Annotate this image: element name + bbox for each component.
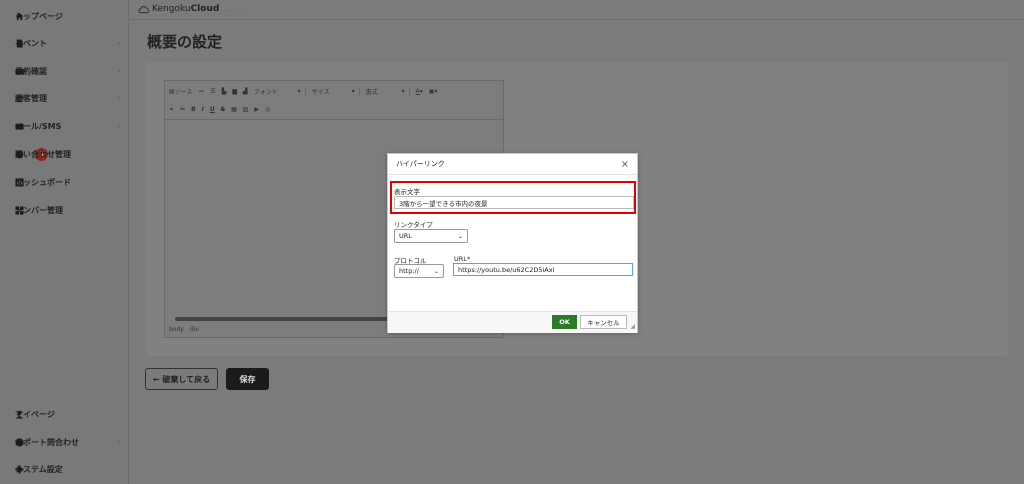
sidebar-item-label: 予約確認	[15, 66, 47, 76]
resize-handle-icon[interactable]: ◢	[630, 323, 635, 330]
editor-toolbar-row-1: ▤ ソース ≔ ☰ ▙ ▆ ▟ フォント ▾ サイズ ▾ 書式 ▾ A ▾ ▣▾	[169, 84, 437, 98]
link-type-label: リンクタイプ	[394, 221, 433, 229]
sidebar-item-label: ダッシュボード	[15, 177, 71, 187]
table-icon[interactable]: ▦	[231, 106, 237, 113]
size-label: サイズ	[311, 88, 330, 96]
sidebar-item-dashboard[interactable]: ダッシュボード	[15, 175, 120, 189]
url-label: URL*	[454, 255, 471, 263]
globe-icon[interactable]: ◎	[265, 106, 270, 113]
sidebar-item-mail[interactable]: メール/SMS ›	[15, 119, 120, 133]
unlink-icon[interactable]: ⚮	[180, 106, 185, 113]
page-title: 概要の設定	[147, 33, 223, 51]
protocol-select[interactable]: http:// ⌄	[394, 264, 444, 278]
sidebar-item-top[interactable]: トップページ	[15, 9, 120, 23]
strikethrough-icon[interactable]: S	[221, 106, 225, 113]
editor-status-path: body div	[169, 326, 199, 333]
link-type-select[interactable]: URL ⌄	[394, 229, 468, 243]
logo-text-b: Cloud	[190, 4, 220, 14]
dialog-header: ハイパーリンク ×	[388, 154, 637, 175]
sidebar-item-inquiries[interactable]: 問い合わせ管理 3 ›	[15, 147, 120, 161]
chevron-down-icon: ⌄	[457, 232, 463, 240]
path-body[interactable]: body	[169, 326, 184, 333]
text-color-icon[interactable]: A ▾	[416, 88, 423, 95]
hyperlink-dialog: ハイパーリンク × 表示文字 3階から一望できる市内の夜景 リンクタイプ URL…	[387, 153, 638, 333]
app-logo[interactable]: Kengoku Cloud ........	[138, 4, 250, 14]
sidebar: トップページ イベント › 予約確認 › 顧客管理 › メール/SMS › 問い…	[0, 0, 129, 484]
protocol-value: http://	[399, 267, 419, 275]
chevron-right-icon: ›	[117, 122, 120, 130]
sidebar-item-label: 顧客管理	[15, 93, 47, 103]
sidebar-item-support[interactable]: サポート問合わせ ›	[15, 435, 120, 449]
sidebar-item-label: メンバー管理	[15, 205, 63, 215]
chevron-right-icon: ›	[117, 39, 120, 47]
sidebar-item-label: メール/SMS	[15, 121, 62, 131]
logo-subtitle: ........	[224, 6, 251, 12]
sidebar-item-label: マイページ	[15, 409, 55, 419]
align-left-icon[interactable]: ▙	[222, 88, 227, 95]
italic-icon[interactable]: I	[202, 106, 204, 113]
sidebar-item-label: イベント	[15, 38, 47, 48]
discard-back-button[interactable]: ← 破棄して戻る	[145, 368, 218, 390]
align-right-icon[interactable]: ▟	[243, 88, 248, 95]
video-icon[interactable]: ▶	[254, 106, 259, 113]
align-center-icon[interactable]: ▆	[232, 88, 237, 95]
format-label: 書式	[365, 88, 378, 96]
ok-button[interactable]: OK	[552, 315, 577, 329]
sidebar-item-label: トップページ	[15, 11, 63, 21]
sidebar-item-label: 問い合わせ管理	[15, 149, 71, 159]
source-label: ソース	[174, 88, 193, 96]
display-text-label: 表示文字	[394, 188, 420, 196]
image-icon[interactable]: ▨	[243, 106, 249, 113]
chevron-right-icon: ›	[117, 438, 120, 446]
logo-text-a: Kengoku	[152, 4, 191, 14]
bold-icon[interactable]: B	[191, 106, 196, 113]
sidebar-item-settings[interactable]: システム設定	[15, 462, 120, 476]
numbered-list-icon[interactable]: ≔	[198, 88, 204, 95]
chevron-right-icon: ›	[117, 67, 120, 75]
close-icon[interactable]: ×	[621, 159, 629, 170]
link-icon[interactable]: ⚭	[169, 106, 174, 113]
horizontal-scrollbar[interactable]	[175, 317, 395, 321]
sidebar-item-reservations[interactable]: 予約確認 ›	[15, 64, 120, 78]
path-div[interactable]: div	[190, 326, 199, 333]
size-select[interactable]: サイズ ▾	[311, 86, 360, 96]
cancel-button[interactable]: キャンセル	[580, 315, 627, 329]
url-input[interactable]: https://youtu.be/u62C2D5iAxI	[453, 263, 633, 276]
chevron-down-icon: ⌄	[433, 267, 439, 275]
sidebar-item-mypage[interactable]: マイページ	[15, 407, 120, 421]
chevron-right-icon: ›	[117, 94, 120, 102]
font-label: フォント	[253, 88, 278, 96]
top-bar: Kengoku Cloud ........	[129, 0, 1024, 20]
save-button[interactable]: 保存	[226, 368, 269, 390]
sidebar-item-members[interactable]: メンバー管理	[15, 203, 120, 217]
editor-toolbar-row-2: ⚭ ⚮ B I U S ▦ ▨ ▶ ◎	[169, 102, 270, 116]
source-button[interactable]: ▤ ソース	[169, 87, 192, 96]
display-text-input[interactable]: 3階から一望できる市内の夜景	[394, 196, 634, 209]
cloud-icon	[138, 5, 149, 13]
dialog-title: ハイパーリンク	[396, 160, 445, 168]
format-select[interactable]: 書式 ▾	[365, 86, 410, 96]
underline-icon[interactable]: U	[210, 106, 215, 113]
link-type-value: URL	[399, 232, 412, 240]
bullet-list-icon[interactable]: ☰	[210, 88, 215, 95]
sidebar-item-events[interactable]: イベント ›	[15, 36, 120, 50]
sidebar-item-customers[interactable]: 顧客管理 ›	[15, 91, 120, 105]
sidebar-item-label: システム設定	[15, 464, 63, 474]
sidebar-item-label: サポート問合わせ	[15, 437, 79, 447]
bg-color-icon[interactable]: ▣▾	[429, 88, 438, 95]
font-select[interactable]: フォント ▾	[253, 86, 306, 96]
